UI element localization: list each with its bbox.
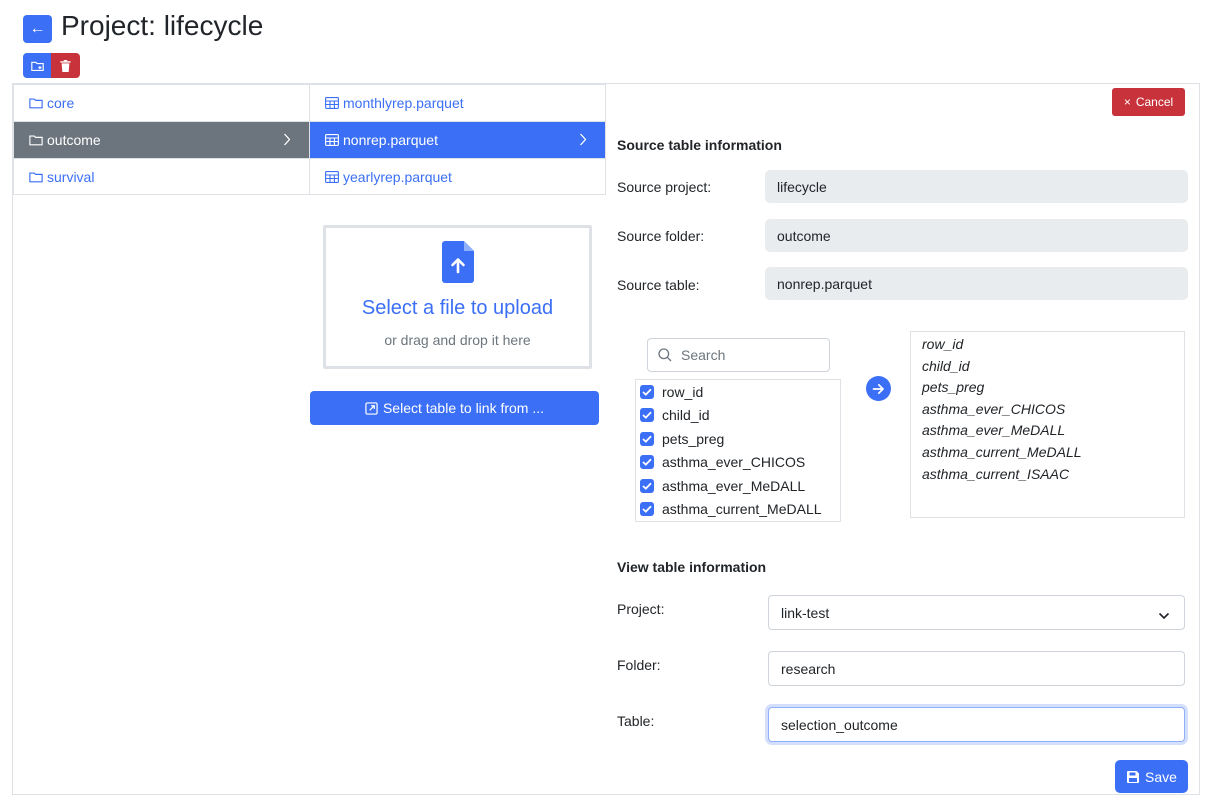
- folder-item-survival[interactable]: survival: [14, 158, 309, 195]
- column-item[interactable]: asthma_current_MeDALL: [636, 498, 840, 522]
- selected-columns-list: row_id child_id pets_preg asthma_ever_CH…: [910, 331, 1185, 518]
- folder-item-label: survival: [47, 168, 95, 185]
- checkbox-checked-icon[interactable]: [640, 478, 654, 493]
- arrow-left-icon: ←: [29, 20, 46, 37]
- view-folder-value: research: [781, 660, 836, 677]
- page-title: Project: lifecycle: [61, 10, 264, 41]
- add-folder-button[interactable]: [23, 53, 51, 78]
- cancel-button[interactable]: × Cancel: [1112, 88, 1185, 116]
- source-table-field: nonrep.parquet: [765, 267, 1188, 300]
- column-item-label: asthma_ever_CHICOS: [662, 454, 806, 471]
- search-icon: [658, 348, 672, 362]
- source-project-label: Source project:: [617, 179, 712, 195]
- back-button[interactable]: ←: [23, 15, 52, 43]
- view-project-value: link-test: [781, 604, 830, 621]
- source-table-value: nonrep.parquet: [777, 275, 872, 292]
- chevron-down-icon: [1158, 607, 1170, 623]
- view-folder-input[interactable]: research: [768, 651, 1185, 686]
- cancel-label: Cancel: [1135, 95, 1174, 109]
- source-folder-value: outcome: [777, 227, 831, 244]
- folder-item-core[interactable]: core: [14, 84, 309, 121]
- column-search-input[interactable]: Search: [647, 338, 830, 372]
- view-project-label: Project:: [617, 601, 665, 617]
- select-table-link-button[interactable]: Select table to link from ...: [310, 391, 599, 425]
- source-project-field: lifecycle: [765, 170, 1188, 203]
- trash-icon: [60, 59, 71, 72]
- source-heading: Source table information: [617, 137, 782, 153]
- table-item-yearlyrep[interactable]: yearlyrep.parquet: [310, 158, 605, 195]
- checkbox-checked-icon[interactable]: [640, 431, 654, 446]
- folder-icon: [29, 134, 43, 146]
- folder-item-label: outcome: [47, 132, 101, 148]
- table-list: monthlyrep.parquet nonrep.parquet yearly…: [309, 84, 606, 195]
- selected-column-item: asthma_current_MeDALL: [922, 443, 1082, 460]
- selected-column-item: asthma_current_ISAAC: [922, 465, 1070, 482]
- search-placeholder: Search: [681, 347, 726, 363]
- save-button[interactable]: Save: [1115, 760, 1188, 793]
- table-item-monthlyrep[interactable]: monthlyrep.parquet: [310, 84, 605, 121]
- view-table-value: selection_outcome: [781, 716, 898, 733]
- upload-title: Select a file to upload: [361, 297, 554, 319]
- table-item-label: nonrep.parquet: [343, 132, 438, 148]
- chevron-right-icon: [579, 133, 587, 149]
- close-icon: ×: [1123, 95, 1131, 109]
- column-item[interactable]: row_id: [636, 380, 840, 404]
- folder-list: core outcome survival: [13, 84, 310, 195]
- table-item-label: monthlyrep.parquet: [343, 95, 464, 111]
- source-folder-label: Source folder:: [617, 228, 705, 244]
- column-item-label: asthma_ever_MeDALL: [662, 477, 806, 494]
- save-label: Save: [1145, 768, 1177, 785]
- chevron-right-icon: [283, 133, 291, 149]
- table-icon: [325, 134, 339, 146]
- view-table-label: Table:: [617, 713, 655, 729]
- selected-column-item: asthma_ever_CHICOS: [922, 400, 1066, 417]
- selected-column-item: pets_preg: [922, 379, 985, 396]
- column-item[interactable]: asthma_ever_MeDALL: [636, 474, 840, 498]
- column-item[interactable]: child_id: [636, 404, 840, 428]
- selected-column-item: child_id: [922, 357, 970, 374]
- box-arrow-icon: [365, 401, 378, 415]
- floppy-disk-icon: [1127, 770, 1140, 783]
- table-icon: [325, 170, 339, 183]
- view-table-input[interactable]: selection_outcome: [768, 707, 1185, 742]
- column-item-label: child_id: [662, 407, 710, 424]
- table-item-nonrep[interactable]: nonrep.parquet: [310, 121, 605, 158]
- file-upload-icon: [442, 241, 474, 286]
- column-list[interactable]: row_id child_id pets_preg asthma_ever_CH…: [635, 379, 841, 522]
- column-item-label: pets_preg: [662, 430, 725, 447]
- arrow-right-icon: [872, 383, 884, 394]
- selected-column-item: row_id: [922, 336, 964, 352]
- checkbox-checked-icon[interactable]: [640, 502, 654, 517]
- add-columns-button[interactable]: [866, 376, 891, 401]
- folder-icon: [29, 97, 43, 109]
- folder-icon: [29, 171, 43, 183]
- checkbox-checked-icon[interactable]: [640, 455, 654, 470]
- checkbox-checked-icon[interactable]: [640, 384, 654, 399]
- view-heading: View table information: [617, 559, 767, 575]
- folder-item-outcome[interactable]: outcome: [14, 121, 309, 158]
- view-project-select[interactable]: link-test: [768, 595, 1185, 630]
- delete-button[interactable]: [51, 53, 80, 78]
- source-project-value: lifecycle: [777, 178, 827, 195]
- column-item[interactable]: pets_preg: [636, 427, 840, 451]
- file-upload-dropzone[interactable]: Select a file to upload or drag and drop…: [323, 225, 592, 369]
- column-item-label: asthma_current_MeDALL: [662, 501, 822, 518]
- selected-column-item: asthma_ever_MeDALL: [922, 422, 1066, 439]
- upload-subtitle: or drag and drop it here: [384, 332, 531, 348]
- folder-plus-icon: [30, 61, 44, 71]
- view-folder-label: Folder:: [617, 657, 661, 673]
- source-table-label: Source table:: [617, 277, 700, 293]
- column-item-label: row_id: [662, 383, 704, 400]
- checkbox-checked-icon[interactable]: [640, 408, 654, 423]
- folder-item-label: core: [47, 95, 75, 111]
- table-item-label: yearlyrep.parquet: [343, 168, 452, 185]
- select-table-link-label: Select table to link from ...: [382, 400, 545, 416]
- column-item[interactable]: asthma_ever_CHICOS: [636, 451, 840, 475]
- table-icon: [325, 97, 339, 109]
- source-folder-field: outcome: [765, 219, 1188, 252]
